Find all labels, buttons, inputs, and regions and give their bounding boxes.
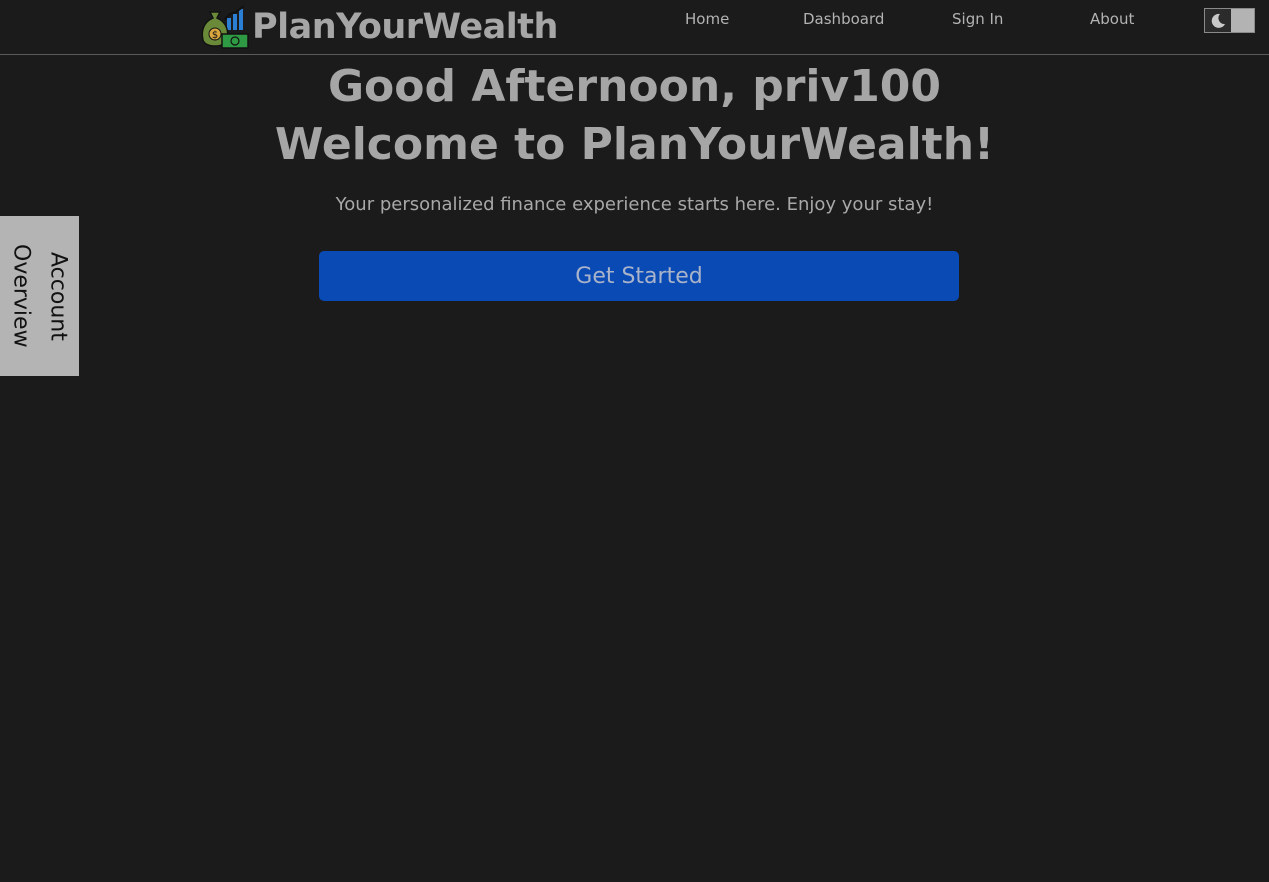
tagline: Your personalized finance experience sta… — [335, 194, 934, 215]
hero-section: Good Afternoon, priv100 Welcome to PlanY… — [0, 58, 1269, 215]
money-bag-chart-icon: $ — [201, 5, 249, 49]
brand-name: PlanYourWealth — [252, 7, 558, 47]
svg-text:$: $ — [212, 30, 218, 41]
toggle-knob — [1205, 9, 1231, 32]
account-overview-tab[interactable]: Account Overview — [0, 216, 79, 376]
get-started-button[interactable]: Get Started — [319, 251, 959, 301]
nav-sign-in[interactable]: Sign In — [952, 10, 1003, 28]
navbar: $ PlanYourWealth Home Dashboard Sign In … — [0, 0, 1269, 55]
moon-icon — [1211, 13, 1225, 28]
greeting-heading: Good Afternoon, priv100 — [327, 61, 942, 112]
nav-about[interactable]: About — [1090, 10, 1134, 28]
welcome-heading: Welcome to PlanYourWealth! — [274, 119, 995, 170]
brand-link[interactable]: $ PlanYourWealth — [200, 3, 558, 51]
nav-dashboard[interactable]: Dashboard — [803, 10, 884, 28]
nav-home[interactable]: Home — [685, 10, 729, 28]
theme-toggle[interactable] — [1204, 8, 1255, 33]
account-overview-label: Account Overview — [8, 244, 71, 348]
